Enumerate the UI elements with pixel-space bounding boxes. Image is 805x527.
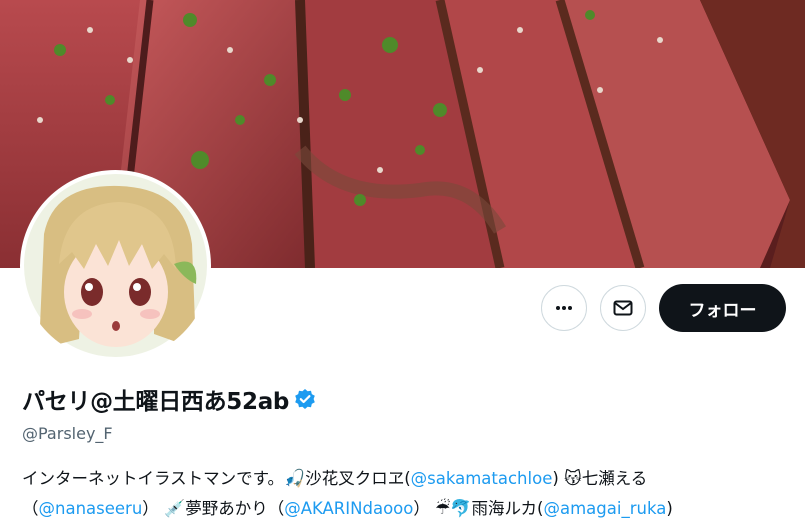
bio-paren: ) xyxy=(666,499,673,518)
bio-paren: （ xyxy=(22,499,39,518)
bio-paren: ) xyxy=(552,469,559,488)
verified-badge-icon[interactable] xyxy=(294,388,316,410)
bio-name-ruka: 雨海ルカ( xyxy=(471,499,544,518)
mention-sakamatachloe[interactable]: @sakamatachloe xyxy=(411,469,553,488)
more-button[interactable] xyxy=(541,285,587,331)
message-button[interactable] xyxy=(600,285,646,331)
mention-amagai-ruka[interactable]: @amagai_ruka xyxy=(543,499,666,518)
follow-label: フォロー xyxy=(688,300,757,321)
bio-line-1: インターネットイラストマンです。🎣沙花叉クロヱ(@sakamatachloe) … xyxy=(22,464,797,494)
mail-icon xyxy=(613,300,633,316)
mention-nanaseeru[interactable]: @nanaseeru xyxy=(39,499,143,518)
umbrella-emoji-icon: ☔ xyxy=(435,499,451,519)
bio-intro: インターネットイラストマンです。 xyxy=(22,469,285,488)
bio-line-2: （@nanaseeru） 💉夢野あかり（@AKARINdaooo） ☔🐬雨海ルカ… xyxy=(22,494,797,524)
user-handle: @Parsley_F xyxy=(22,424,113,443)
dolphin-emoji-icon: 🐬 xyxy=(450,499,472,519)
bio-name-chloe: 沙花叉クロヱ( xyxy=(305,469,411,488)
avatar-image xyxy=(24,174,207,357)
bio-paren: ） xyxy=(413,499,430,518)
bio-paren: ） xyxy=(142,499,159,518)
follow-button[interactable]: フォロー xyxy=(659,284,786,332)
fishing-emoji-icon: 🎣 xyxy=(284,469,306,489)
syringe-emoji-icon: 💉 xyxy=(164,499,186,519)
bio-name-akari: 夢野あかり（ xyxy=(185,499,285,518)
profile-bio: インターネットイラストマンです。🎣沙花叉クロヱ(@sakamatachloe) … xyxy=(22,464,797,524)
bio-name-eru: 七瀬える xyxy=(581,469,648,488)
mention-akarindaooo[interactable]: @AKARINdaooo xyxy=(284,499,413,518)
display-name: パセリ@土曜日西あ52ab xyxy=(22,389,290,415)
profile-avatar[interactable] xyxy=(20,170,211,361)
display-name-row: パセリ@土曜日西あ52ab xyxy=(22,382,316,416)
cat-kiss-emoji-icon: 😽 xyxy=(564,469,582,489)
more-icon xyxy=(556,306,572,310)
